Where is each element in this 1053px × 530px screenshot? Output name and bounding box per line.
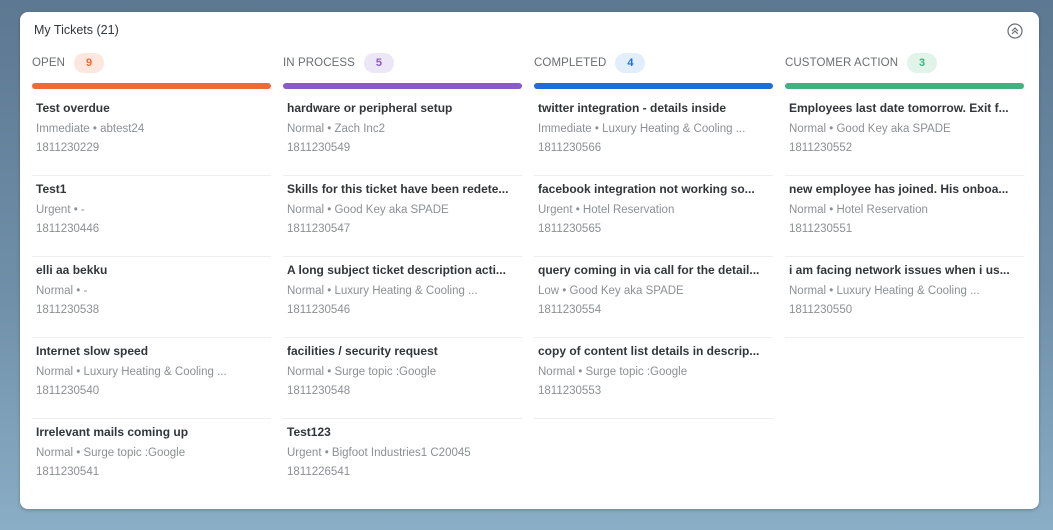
ticket-meta: Normal • - <box>36 285 88 297</box>
count-badge: 9 <box>74 53 104 73</box>
ticket-item[interactable]: elli aa bekku Normal • - 1811230538 <box>32 257 271 338</box>
ticket-meta: Urgent • - <box>36 204 85 216</box>
ticket-id: 1811230550 <box>789 304 853 316</box>
status-color-bar <box>283 83 522 89</box>
ticket-item[interactable]: facilities / security request Normal • Su… <box>283 338 522 419</box>
collapse-button[interactable] <box>1007 23 1023 39</box>
column-in-process: IN PROCESS 5 hardware or peripheral setup N… <box>283 52 522 500</box>
ticket-id: 1811230553 <box>538 385 602 397</box>
ticket-title: Test1 <box>36 182 67 196</box>
ticket-list: Test overdue Immediate • abtest24 18112302… <box>32 95 271 500</box>
ticket-meta: Normal • Surge topic :Google <box>287 366 437 378</box>
ticket-title: Test123 <box>287 425 331 439</box>
ticket-id: 1811230565 <box>538 223 602 235</box>
ticket-list: hardware or peripheral setup Normal • Zac… <box>283 95 522 500</box>
count-badge: 5 <box>363 53 394 73</box>
ticket-meta: Normal • Luxury Heating & Cooling ... <box>789 285 980 297</box>
ticket-meta: Normal • Good Key aka SPADE <box>287 204 449 216</box>
ticket-id: 1811230551 <box>789 223 853 235</box>
my-tickets-card: My Tickets (21) OPEN 9 Test overdue Immedia… <box>20 12 1039 509</box>
ticket-meta: Normal • Surge topic :Google <box>538 366 688 378</box>
ticket-meta: Normal • Zach Inc2 <box>287 123 385 135</box>
ticket-list: Employees last date tomorrow. Exit f... N… <box>785 95 1024 338</box>
status-color-bar <box>32 83 271 89</box>
column-header: CUSTOMER ACTION 3 <box>785 52 1024 74</box>
ticket-columns: OPEN 9 Test overdue Immediate • abtest24 181… <box>32 52 1024 500</box>
ticket-item[interactable]: facebook integration not working so... Ur… <box>534 176 773 257</box>
ticket-title: facebook integration not working so... <box>538 182 755 196</box>
ticket-meta: Immediate • Luxury Heating & Cooling ... <box>538 123 746 135</box>
column-header: IN PROCESS 5 <box>283 52 522 74</box>
ticket-item[interactable]: Test1 Urgent • - 1811230446 <box>32 176 271 257</box>
ticket-title: Test overdue <box>36 101 110 115</box>
ticket-meta: Urgent • Bigfoot Industries1 C20045 <box>287 447 471 459</box>
column-completed: COMPLETED 4 twitter integration - details … <box>534 52 773 500</box>
column-customer-action: CUSTOMER ACTION 3 Employees last date tomo… <box>785 52 1024 500</box>
ticket-id: 1811230538 <box>36 304 100 316</box>
ticket-title: facilities / security request <box>287 344 438 358</box>
ticket-item[interactable]: query coming in via call for the detail.… <box>534 257 773 338</box>
ticket-meta: Normal • Good Key aka SPADE <box>789 123 951 135</box>
ticket-item[interactable]: Test123 Urgent • Bigfoot Industries1 C200… <box>283 419 522 500</box>
column-label: IN PROCESS <box>283 57 355 69</box>
ticket-id: 1811230547 <box>287 223 351 235</box>
ticket-title: Irrelevant mails coming up <box>36 425 189 439</box>
ticket-title: hardware or peripheral setup <box>287 101 453 115</box>
column-label: CUSTOMER ACTION <box>785 57 899 69</box>
ticket-item[interactable]: Irrelevant mails coming up Normal • Surge… <box>32 419 271 500</box>
ticket-title: Employees last date tomorrow. Exit f... <box>789 101 1009 115</box>
ticket-item[interactable]: i am facing network issues when i us... N… <box>785 257 1024 338</box>
ticket-item[interactable]: new employee has joined. His onboa... Nor… <box>785 176 1024 257</box>
ticket-item[interactable]: Internet slow speed Normal • Luxury Heati… <box>32 338 271 419</box>
ticket-id: 1811230554 <box>538 304 602 316</box>
ticket-title: Skills for this ticket have been redete.… <box>287 182 509 196</box>
count-badge: 4 <box>615 53 646 73</box>
ticket-id: 1811230446 <box>36 223 100 235</box>
ticket-item[interactable]: hardware or peripheral setup Normal • Zac… <box>283 95 522 176</box>
column-label: OPEN <box>32 57 65 69</box>
ticket-id: 1811230566 <box>538 142 602 154</box>
ticket-meta: Low • Good Key aka SPADE <box>538 285 684 297</box>
count-badge: 3 <box>907 53 938 73</box>
column-label: COMPLETED <box>534 57 607 69</box>
ticket-title: A long subject ticket description acti..… <box>287 263 506 277</box>
ticket-item[interactable]: A long subject ticket description acti..… <box>283 257 522 338</box>
ticket-title: twitter integration - details inside <box>538 101 727 115</box>
column-header: COMPLETED 4 <box>534 52 773 74</box>
card-title: My Tickets (21) <box>34 23 119 37</box>
ticket-title: new employee has joined. His onboa... <box>789 182 1009 196</box>
column-header: OPEN 9 <box>32 52 271 74</box>
ticket-meta: Normal • Luxury Heating & Cooling ... <box>36 366 227 378</box>
ticket-title: i am facing network issues when i us... <box>789 263 1010 277</box>
ticket-id: 1811230548 <box>287 385 351 397</box>
status-color-bar <box>785 83 1024 89</box>
ticket-item[interactable]: copy of content list details in descrip.… <box>534 338 773 419</box>
ticket-id: 1811230549 <box>287 142 351 154</box>
ticket-id: 1811230552 <box>789 142 853 154</box>
ticket-title: Internet slow speed <box>36 344 149 358</box>
ticket-title: copy of content list details in descrip.… <box>538 344 760 358</box>
ticket-id: 1811230546 <box>287 304 351 316</box>
ticket-meta: Immediate • abtest24 <box>36 123 145 135</box>
ticket-id: 1811230229 <box>36 142 100 154</box>
ticket-id: 1811230541 <box>36 466 100 478</box>
ticket-id: 1811230540 <box>36 385 100 397</box>
status-color-bar <box>534 83 773 89</box>
ticket-item[interactable]: twitter integration - details inside Imme… <box>534 95 773 176</box>
ticket-title: query coming in via call for the detail.… <box>538 263 760 277</box>
ticket-list: twitter integration - details inside Imme… <box>534 95 773 419</box>
ticket-id: 1811226541 <box>287 466 351 478</box>
circle-double-chevron-up-icon <box>1007 23 1023 39</box>
ticket-meta: Normal • Hotel Reservation <box>789 204 928 216</box>
ticket-item[interactable]: Employees last date tomorrow. Exit f... N… <box>785 95 1024 176</box>
column-open: OPEN 9 Test overdue Immediate • abtest24 181… <box>32 52 271 500</box>
ticket-item[interactable]: Skills for this ticket have been redete.… <box>283 176 522 257</box>
ticket-meta: Normal • Luxury Heating & Cooling ... <box>287 285 478 297</box>
ticket-title: elli aa bekku <box>36 263 108 277</box>
ticket-item[interactable]: Test overdue Immediate • abtest24 18112302… <box>32 95 271 176</box>
ticket-meta: Urgent • Hotel Reservation <box>538 204 675 216</box>
ticket-meta: Normal • Surge topic :Google <box>36 447 186 459</box>
